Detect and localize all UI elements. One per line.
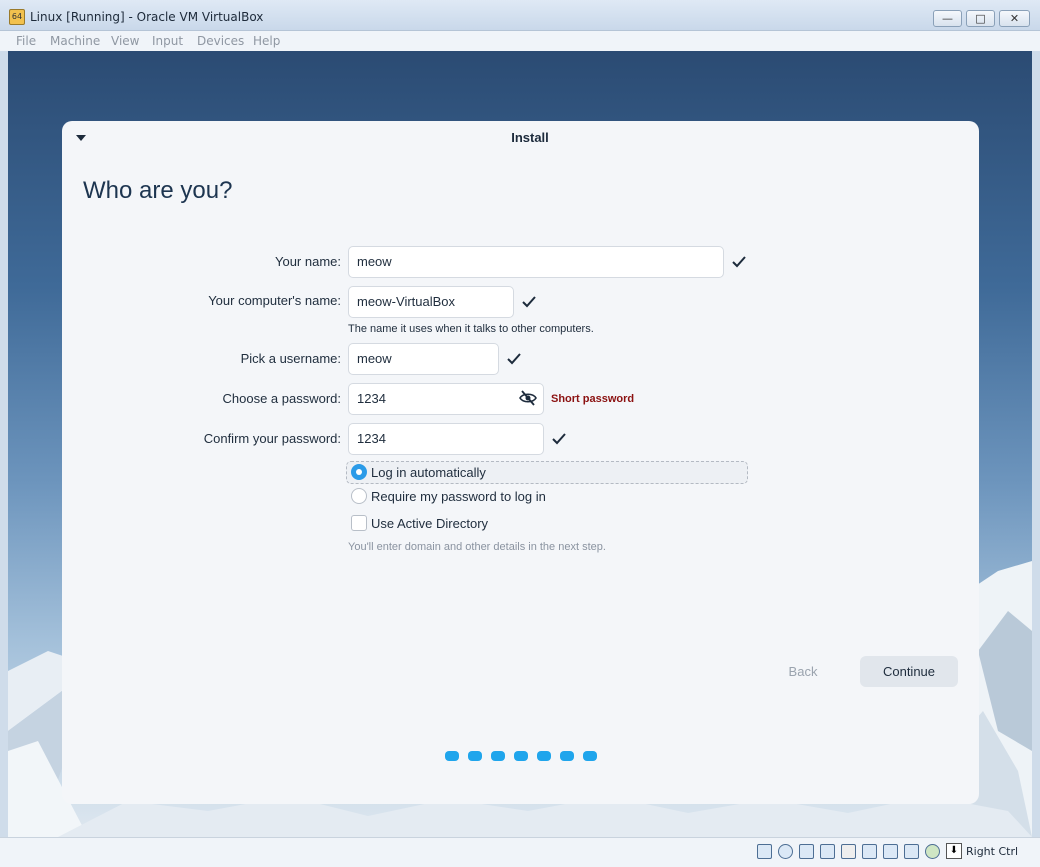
active-directory-checkbox[interactable]	[351, 515, 367, 531]
page-title: Who are you?	[83, 177, 233, 204]
require-password-label[interactable]: Require my password to log in	[371, 489, 546, 504]
host-key-icon: ⬇	[946, 843, 962, 859]
audio-icon[interactable]	[799, 844, 814, 859]
close-button[interactable]: ✕	[999, 10, 1030, 27]
continue-button[interactable]: Continue	[860, 656, 958, 687]
username-input[interactable]: meow	[348, 343, 499, 375]
progress-dot	[491, 751, 505, 761]
menu-input[interactable]: Input	[152, 34, 183, 48]
eye-slash-icon[interactable]	[519, 390, 537, 406]
your-name-input[interactable]: meow	[348, 246, 724, 278]
shared-folders-icon[interactable]	[862, 844, 877, 859]
maximize-button[interactable]: □	[966, 10, 995, 27]
hard-disk-icon[interactable]	[757, 844, 772, 859]
radio-login-automatically[interactable]	[351, 464, 367, 480]
virtualbox-vm-icon: 64	[9, 9, 25, 25]
menu-help[interactable]: Help	[253, 34, 280, 48]
close-icon: ✕	[1009, 12, 1020, 25]
menu-view[interactable]: View	[111, 34, 139, 48]
minimize-icon: —	[942, 12, 953, 25]
password-input[interactable]: 1234	[348, 383, 544, 415]
display-icon[interactable]	[883, 844, 898, 859]
progress-dot	[560, 751, 574, 761]
username-label: Pick a username:	[240, 351, 341, 366]
vm-statusbar: ⬇ Right Ctrl	[0, 837, 1040, 867]
radio-require-password[interactable]	[351, 488, 367, 504]
password-label: Choose a password:	[222, 391, 341, 406]
computer-name-input[interactable]: meow-VirtualBox	[348, 286, 514, 318]
valid-check-icon	[522, 296, 536, 308]
menu-devices[interactable]: Devices	[197, 34, 244, 48]
window-titlebar: 64 Linux [Running] - Oracle VM VirtualBo…	[0, 0, 1040, 31]
your-name-label: Your name:	[274, 254, 341, 269]
valid-check-icon	[732, 256, 746, 268]
cpu-icon[interactable]	[925, 844, 940, 859]
usb-icon[interactable]	[841, 844, 856, 859]
computer-name-label: Your computer's name:	[208, 293, 341, 308]
progress-dot	[468, 751, 482, 761]
password-strength-warning: Short password	[551, 393, 635, 405]
progress-indicator	[445, 751, 597, 761]
menu-bar: File Machine View Input Devices Help	[0, 31, 1040, 51]
window-title: Linux [Running] - Oracle VM VirtualBox	[30, 10, 264, 24]
progress-dot	[445, 751, 459, 761]
network-icon[interactable]	[820, 844, 835, 859]
computer-name-hint: The name it uses when it talks to other …	[348, 323, 594, 335]
optical-drive-icon[interactable]	[778, 844, 793, 859]
host-key-label: Right Ctrl	[966, 845, 1019, 858]
menu-machine[interactable]: Machine	[50, 34, 100, 48]
progress-dot	[537, 751, 551, 761]
progress-dot	[583, 751, 597, 761]
recording-icon[interactable]	[904, 844, 919, 859]
confirm-password-label: Confirm your password:	[203, 431, 341, 446]
chevron-down-icon[interactable]	[76, 135, 86, 141]
active-directory-label[interactable]: Use Active Directory	[371, 516, 488, 531]
back-button[interactable]: Back	[760, 656, 846, 687]
valid-check-icon	[507, 353, 521, 365]
menu-file[interactable]: File	[16, 34, 36, 48]
installer-header-title: Install	[511, 130, 549, 145]
maximize-icon: □	[975, 12, 986, 25]
confirm-password-input[interactable]: 1234	[348, 423, 544, 455]
login-automatically-label[interactable]: Log in automatically	[371, 465, 486, 480]
active-directory-hint: You'll enter domain and other details in…	[348, 541, 606, 553]
minimize-button[interactable]: —	[933, 10, 962, 27]
progress-dot	[514, 751, 528, 761]
valid-check-icon	[552, 433, 566, 445]
